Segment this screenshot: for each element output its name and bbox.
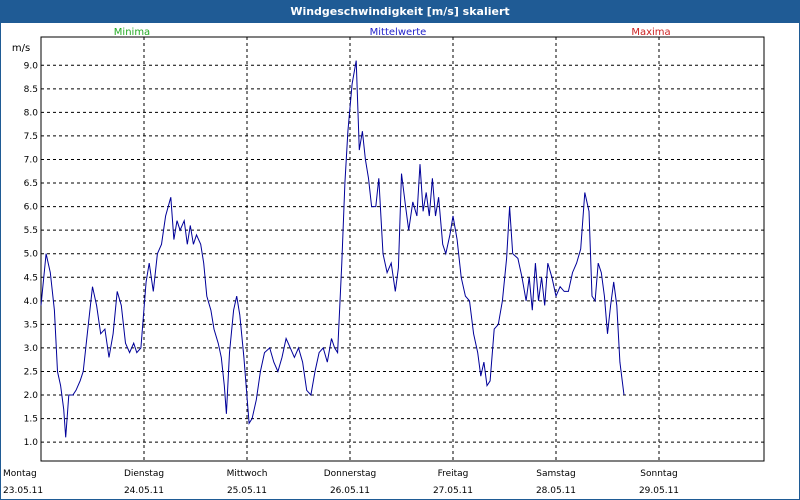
legend-maxima: Maxima (631, 27, 670, 38)
x-tick-date: 23.05.11 (3, 486, 43, 496)
x-tick-date: 27.05.11 (433, 486, 473, 496)
y-tick-label: 3.0 (24, 344, 39, 354)
y-tick-label: 8.5 (24, 85, 38, 95)
x-tick-day-name: Donnerstag (324, 469, 377, 479)
wind-speed-chart: Minima Mittelwerte Maxima m/s 1.0 1.5 2.0 2… (3, 27, 765, 496)
grid (41, 37, 764, 461)
x-tick-date: 28.05.11 (536, 486, 576, 496)
x-tick-day-name: Dienstag (124, 469, 164, 479)
x-tick-date: 26.05.11 (330, 486, 370, 496)
y-tick-label: 3.5 (24, 320, 38, 330)
y-axis-unit: m/s (12, 43, 30, 54)
x-tick-day-name: Montag (3, 469, 37, 479)
x-tick-day-name: Sonntag (640, 469, 677, 479)
y-tick-label: 5.5 (24, 226, 38, 236)
x-tick-date: 29.05.11 (639, 486, 679, 496)
y-tick-label: 2.0 (24, 391, 39, 401)
series-line-mittelwerte (40, 60, 625, 438)
y-tick-label: 8.0 (24, 108, 39, 118)
x-tick-day-name: Mittwoch (227, 469, 268, 479)
legend-mittelwerte: Mittelwerte (370, 27, 427, 38)
y-tick-label: 7.5 (24, 132, 38, 142)
chart-window: Windgeschwindigkeit [m/s] skaliert Minim… (0, 0, 800, 500)
y-tick-labels: 1.0 1.5 2.0 2.5 3.0 3.5 4.0 4.5 5.0 5.5 6.0 6.5 7.0 7… (24, 61, 39, 448)
legend-minima: Minima (114, 27, 150, 38)
y-tick-label: 4.5 (24, 273, 38, 283)
x-tick-date: 24.05.11 (124, 486, 164, 496)
y-tick-label: 1.0 (24, 438, 39, 448)
y-tick-label: 4.0 (24, 297, 39, 307)
chart-area: Minima Mittelwerte Maxima m/s 1.0 1.5 2.0 2… (1, 23, 799, 499)
y-tick-label: 5.0 (24, 250, 39, 260)
y-tick-label: 9.0 (24, 61, 39, 71)
y-tick-label: 1.5 (24, 415, 38, 425)
x-tick-day-name: Samstag (536, 469, 575, 479)
x-tick-day-name: Freitag (438, 469, 469, 479)
window-title: Windgeschwindigkeit [m/s] skaliert (1, 1, 799, 23)
plot-frame (40, 36, 765, 462)
y-tick-label: 6.0 (24, 203, 39, 213)
series (40, 60, 625, 438)
y-tick-label: 7.0 (24, 155, 39, 165)
y-tick-label: 6.5 (24, 179, 38, 189)
y-tick-label: 2.5 (24, 367, 38, 377)
x-tick-labels: Montag 23.05.11 Dienstag 24.05.11 Mittwoch 25… (3, 469, 679, 496)
x-tick-date: 25.05.11 (227, 486, 267, 496)
